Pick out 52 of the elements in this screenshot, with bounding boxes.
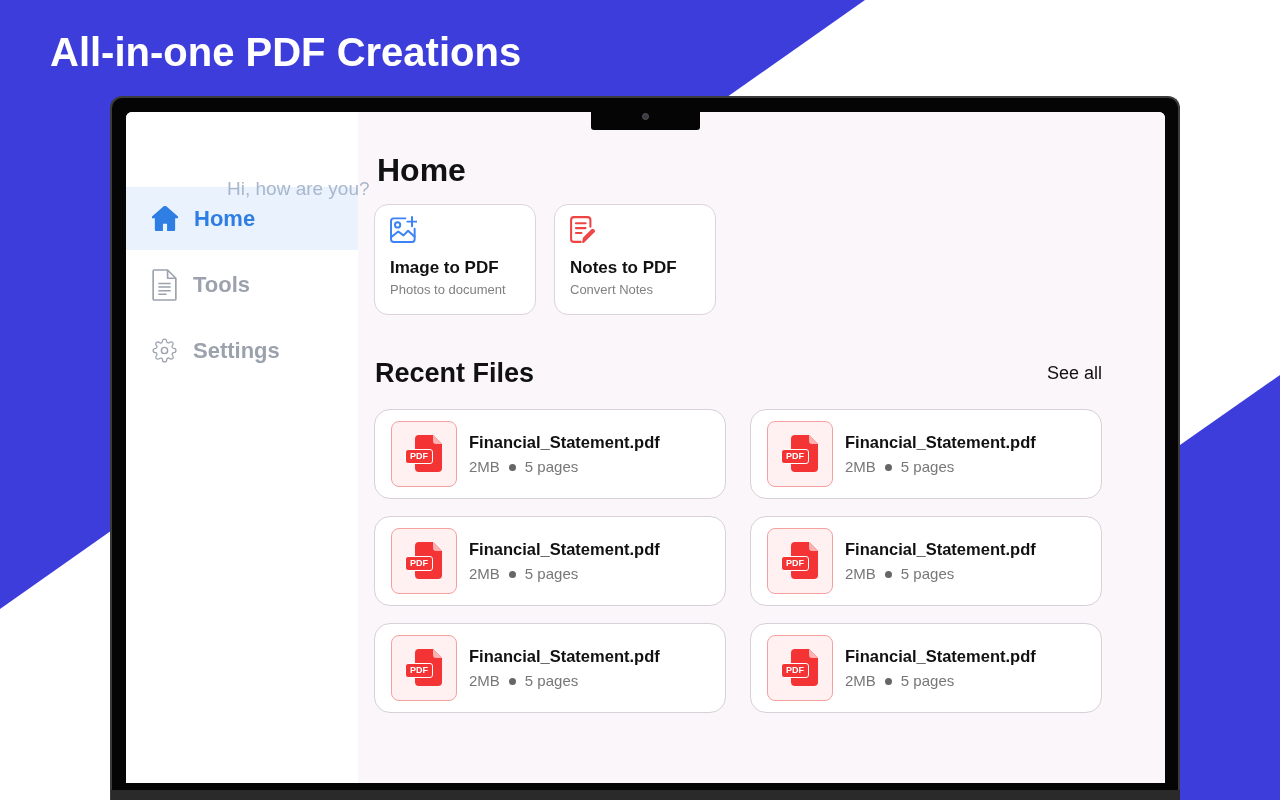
file-card[interactable]: PDF Financial_Statement.pdf 2MB 5 pages — [374, 623, 726, 713]
page-count: 5 pages — [524, 672, 579, 690]
file-type-label: PDF — [405, 556, 433, 571]
home-icon — [152, 206, 178, 231]
file-type-label: PDF — [405, 663, 433, 678]
file-size: 2MB — [845, 458, 876, 476]
file-size: 2MB — [845, 672, 876, 690]
file-type-label: PDF — [405, 449, 433, 464]
file-card[interactable]: PDF Financial_Statement.pdf 2MB 5 pages — [374, 409, 726, 499]
file-name: Financial_Statement.pdf — [845, 539, 1036, 559]
page-count: 5 pages — [524, 565, 579, 583]
camera-icon — [642, 113, 649, 120]
dot-icon — [884, 677, 892, 685]
file-type-label: PDF — [781, 449, 809, 464]
image-plus-icon — [390, 216, 417, 243]
page-count: 5 pages — [524, 458, 579, 476]
dot-icon — [884, 463, 892, 471]
action-title: Image to PDF — [390, 258, 499, 278]
page-title: Home — [377, 151, 467, 190]
page-count: 5 pages — [900, 565, 955, 583]
document-icon — [152, 268, 177, 301]
file-name: Financial_Statement.pdf — [469, 646, 660, 666]
action-subtitle: Photos to document — [390, 282, 506, 298]
file-type-label: PDF — [781, 556, 809, 571]
action-card[interactable]: Notes to PDF Convert Notes — [554, 204, 716, 315]
page-count: 5 pages — [900, 672, 955, 690]
file-size: 2MB — [469, 458, 500, 476]
file-card[interactable]: PDF Financial_Statement.pdf 2MB 5 pages — [750, 516, 1102, 606]
file-name: Financial_Statement.pdf — [469, 432, 660, 452]
file-name: Financial_Statement.pdf — [845, 432, 1036, 452]
settings-icon — [152, 338, 177, 363]
dot-icon — [508, 570, 516, 578]
dot-icon — [508, 677, 516, 685]
dot-icon — [508, 463, 516, 471]
file-type-label: PDF — [781, 663, 809, 678]
file-name: Financial_Statement.pdf — [469, 539, 660, 559]
file-name: Financial_Statement.pdf — [845, 646, 1036, 666]
action-subtitle: Convert Notes — [570, 282, 654, 298]
dot-icon — [884, 570, 892, 578]
headline: All-in-one PDF Creations — [50, 30, 522, 74]
action-card[interactable]: Image to PDF Photos to document — [374, 204, 536, 315]
file-card[interactable]: PDF Financial_Statement.pdf 2MB 5 pages — [750, 623, 1102, 713]
see-all-link[interactable]: See all — [1046, 362, 1102, 384]
file-card[interactable]: PDF Financial_Statement.pdf 2MB 5 pages — [374, 516, 726, 606]
file-size: 2MB — [845, 565, 876, 583]
note-pencil-icon — [570, 216, 597, 243]
section-title: Recent Files — [375, 357, 535, 390]
file-size: 2MB — [469, 565, 500, 583]
file-card[interactable]: PDF Financial_Statement.pdf 2MB 5 pages — [750, 409, 1102, 499]
file-size: 2MB — [469, 672, 500, 690]
page-count: 5 pages — [900, 458, 955, 476]
action-title: Notes to PDF — [570, 258, 677, 278]
